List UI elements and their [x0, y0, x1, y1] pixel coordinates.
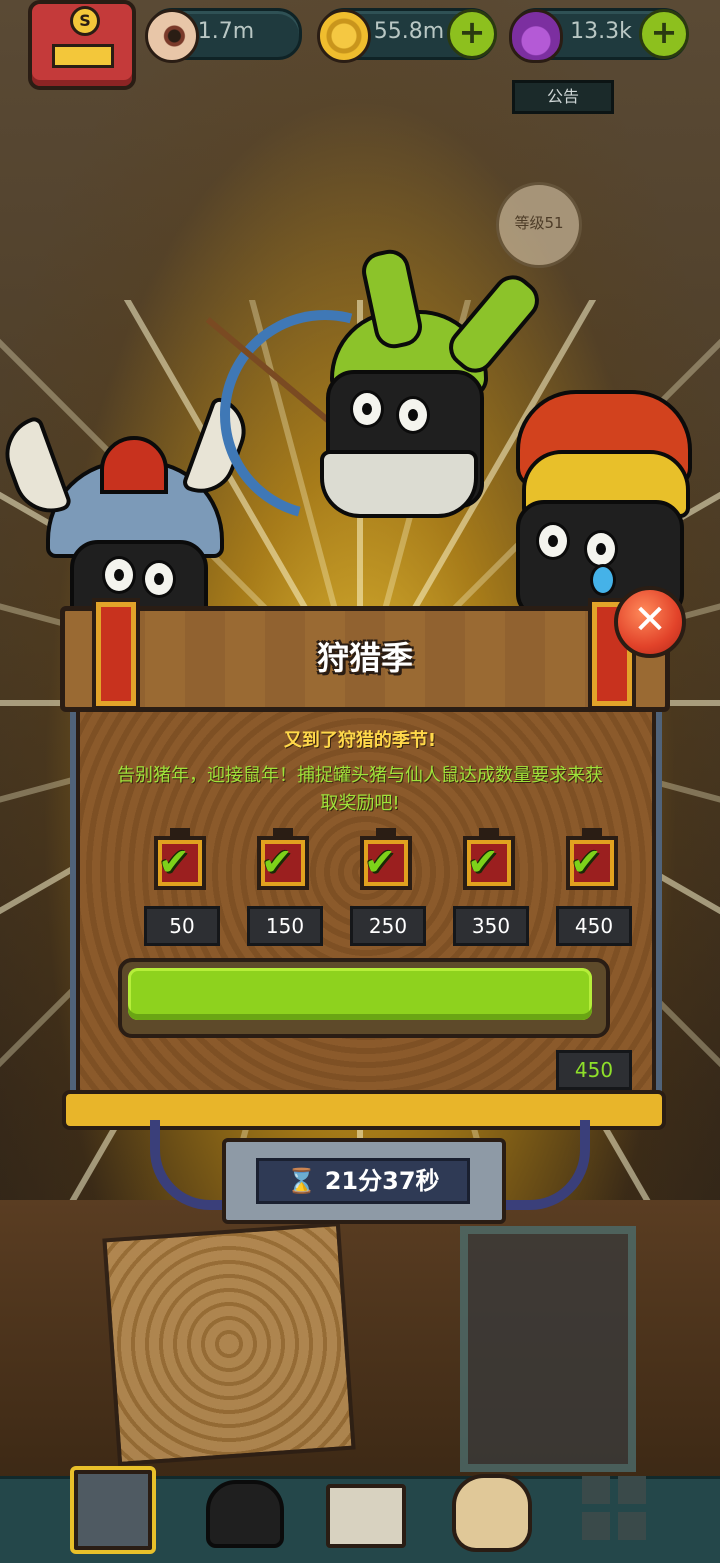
notice-sign-label: 公告 [547, 87, 579, 106]
reward-chest-1[interactable]: ✔ [154, 836, 206, 890]
top-bar: S 1.7m 55.8m + 13.3k + [0, 0, 720, 70]
archer-monster [200, 250, 560, 610]
chest-handle [479, 828, 499, 836]
timer-text: 21分37秒 [325, 1167, 440, 1195]
bulletin-board [460, 1226, 636, 1472]
add-potion-button[interactable]: + [639, 9, 689, 59]
progress-fill [128, 968, 592, 1020]
chest-handle [582, 828, 602, 836]
nav-building-button[interactable] [66, 1460, 150, 1550]
eyes-value: 1.7m [197, 19, 255, 44]
viking-monster [30, 420, 220, 620]
milestone-label: 150 [247, 906, 323, 946]
milestone-label: 250 [350, 906, 426, 946]
potion-value: 13.3k [561, 19, 641, 44]
nav-moneybag-button[interactable] [446, 1460, 530, 1550]
coins-value: 55.8m [369, 19, 449, 44]
current-count: 450 [556, 1050, 632, 1090]
dialog-subtitle: 又到了狩猎的季节! [0, 726, 720, 752]
viking-eye-left [102, 556, 136, 594]
building-icon [70, 1466, 156, 1554]
archer-eye-left [350, 390, 384, 428]
chest-handle [273, 828, 293, 836]
banner-left [92, 598, 140, 710]
coin-icon [317, 9, 371, 63]
crying-eye-right [584, 530, 618, 568]
checkmark-icon: ✔ [467, 842, 499, 882]
eyeball-icon [145, 9, 199, 63]
hourglass-icon: ⌛ [286, 1167, 316, 1195]
dialog-description: 告别猪年，迎接鼠年！捕捉罐头猪与仙人鼠达成数量要求来获取奖励吧! [110, 762, 610, 818]
potion-resource: 13.3k + [512, 8, 688, 60]
chest-handle [376, 828, 396, 836]
money-bag-icon [452, 1474, 532, 1552]
close-button[interactable]: ✕ [614, 586, 686, 658]
eyes-resource: 1.7m [148, 8, 302, 60]
timer-plate: ⌛ 21分37秒 [222, 1138, 506, 1224]
tear-icon [590, 564, 616, 596]
crying-monster [512, 390, 692, 620]
dialog-title: 狩猎季 [65, 633, 665, 679]
coins-resource: 55.8m + [320, 8, 496, 60]
reward-chest-2[interactable]: ✔ [257, 836, 309, 890]
archer-eye-right [396, 396, 430, 434]
potion-icon [509, 9, 563, 63]
add-coins-button[interactable]: + [447, 9, 497, 59]
player-emblem-icon[interactable]: S [28, 0, 136, 90]
timer-display: ⌛ 21分37秒 [256, 1158, 470, 1204]
checkmark-icon: ✔ [364, 842, 396, 882]
close-icon: ✕ [633, 597, 667, 643]
reward-chest-5[interactable]: ✔ [566, 836, 618, 890]
dialog-header: 狩猎季 [60, 606, 670, 712]
monsters-icon [206, 1480, 284, 1548]
crying-eye-left [536, 522, 570, 560]
checkmark-icon: ✔ [570, 842, 602, 882]
progress-bar [118, 958, 610, 1038]
treasure-map [102, 1222, 355, 1466]
milestone-label: 450 [556, 906, 632, 946]
milestone-label: 50 [144, 906, 220, 946]
viking-crest [100, 436, 168, 494]
emblem-s-badge: S [70, 6, 100, 36]
level-label: 等级51 [514, 214, 563, 232]
reward-chest-4[interactable]: ✔ [463, 836, 515, 890]
archer-diaper [320, 450, 478, 518]
chest-handle [170, 828, 190, 836]
nav-book-button[interactable] [320, 1460, 404, 1550]
grid-menu-icon [582, 1476, 646, 1540]
book-icon [326, 1484, 406, 1548]
milestone-label: 350 [453, 906, 529, 946]
nav-grid-menu-button[interactable] [576, 1460, 660, 1550]
checkmark-icon: ✔ [261, 842, 293, 882]
checkmark-icon: ✔ [158, 842, 190, 882]
nav-monsters-button[interactable] [196, 1460, 280, 1550]
notice-sign: 公告 [512, 80, 614, 114]
reward-chest-3[interactable]: ✔ [360, 836, 412, 890]
emblem-teeth [52, 44, 114, 68]
viking-eye-right [142, 560, 176, 598]
